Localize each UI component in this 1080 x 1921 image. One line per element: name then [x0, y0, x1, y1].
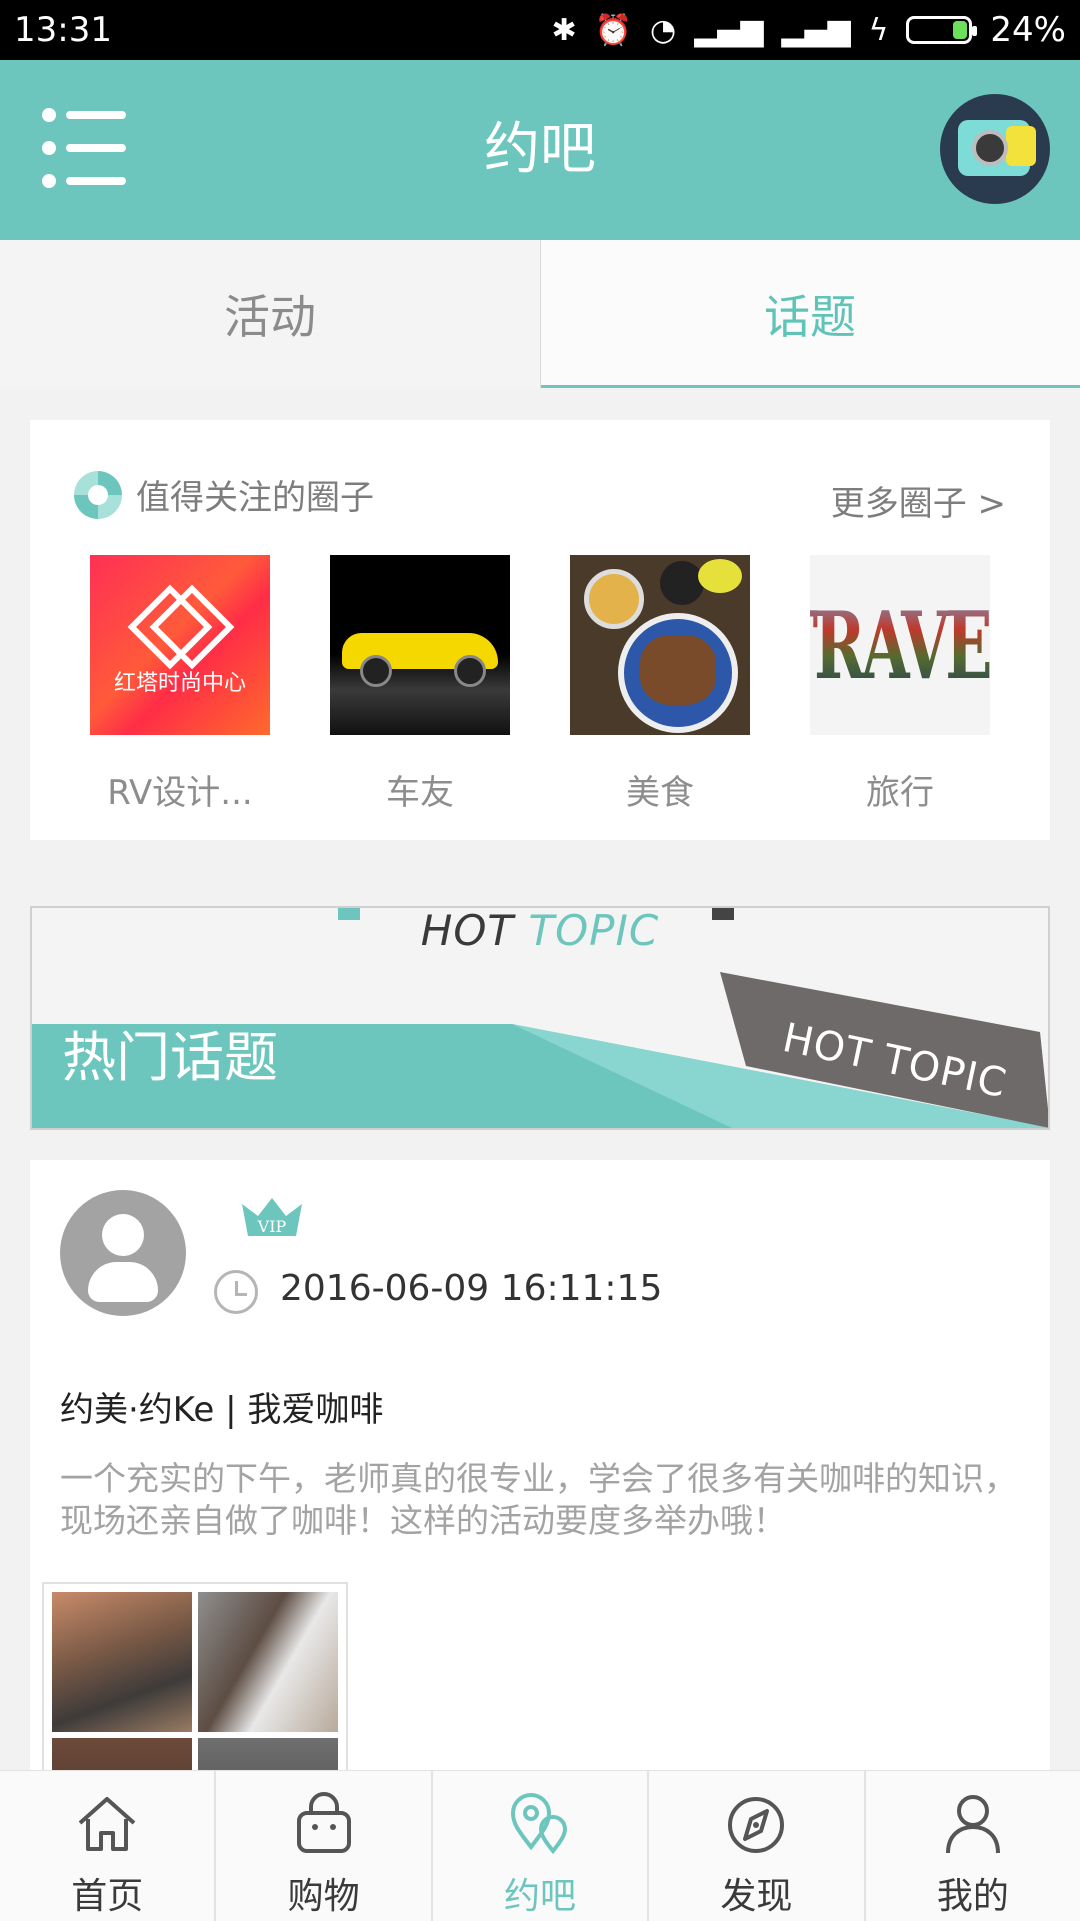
circle-thumb-rv-design: 红塔时尚中心	[90, 555, 270, 735]
post-image[interactable]	[198, 1592, 338, 1732]
post-image[interactable]	[52, 1592, 192, 1732]
status-icons: ✱ ⏰ ◔ ▂▄▆ ▂▄▆ ϟ 24%	[552, 10, 1067, 50]
profile-icon	[945, 1795, 1000, 1854]
circle-label: 美食	[626, 773, 694, 813]
circle-item-car[interactable]: 车友	[330, 555, 510, 814]
shopping-bag-icon	[296, 1792, 351, 1853]
travel-image-text: TRAVEL	[810, 590, 990, 700]
compass-icon	[728, 1797, 785, 1853]
circles-heading-label: 值得关注的圈子	[136, 478, 374, 518]
status-bar: 13:31 ✱ ⏰ ◔ ▂▄▆ ▂▄▆ ϟ 24%	[0, 0, 1080, 60]
battery-percent: 24%	[990, 10, 1066, 50]
circle-label: 旅行	[866, 773, 934, 813]
camera-avatar-image	[958, 120, 1036, 176]
vip-badge-text: VIP	[257, 1217, 287, 1236]
post-title[interactable]: 约美·约Ke | 我爱咖啡	[60, 1382, 383, 1431]
charging-icon: ϟ	[868, 12, 889, 48]
circle-thumb-car	[330, 555, 510, 735]
home-icon	[78, 1797, 136, 1851]
vip-crown-icon: VIP	[242, 1198, 302, 1236]
aperture-icon	[74, 470, 122, 519]
location-pins-icon	[511, 1793, 568, 1855]
circle-item-rv-design[interactable]: 红塔时尚中心 RV设计...	[90, 555, 270, 814]
circle-thumb-food	[570, 555, 750, 735]
bluetooth-icon: ✱	[551, 12, 577, 48]
wifi-icon: ◔	[650, 12, 677, 48]
page-title: 约吧	[484, 117, 596, 182]
circle-item-travel[interactable]: TRAVEL 旅行	[810, 555, 990, 814]
nav-label: 发现	[720, 1876, 793, 1917]
post-timestamp: 2016-06-09 16:11:15	[280, 1268, 663, 1309]
banner-heading-accent: TOPIC	[528, 906, 660, 955]
circles-heading: 值得关注的圈子	[74, 470, 374, 519]
battery-icon	[906, 16, 978, 44]
tab-activities[interactable]: 活动	[0, 240, 540, 388]
nav-label: 约吧	[504, 1876, 577, 1917]
circle-thumb-logo-text: 红塔时尚中心	[113, 671, 246, 696]
more-circles-link[interactable]: 更多圈子 >	[831, 476, 1006, 525]
nav-profile[interactable]: 我的	[863, 1771, 1080, 1921]
avatar[interactable]	[940, 94, 1050, 204]
nav-home[interactable]: 首页	[0, 1771, 214, 1921]
nav-yueba[interactable]: 约吧	[430, 1771, 647, 1921]
tab-topics[interactable]: 话题	[540, 240, 1080, 388]
nav-label: 首页	[71, 1876, 144, 1917]
bottom-nav: 首页 购物 约吧 发现 我的	[0, 1770, 1080, 1921]
clock-icon	[214, 1270, 258, 1314]
nav-label: 我的	[936, 1876, 1009, 1917]
status-time: 13:31	[14, 10, 112, 50]
recommended-circles-card: 值得关注的圈子 更多圈子 > 红塔时尚中心 RV设计... 车友 美食 TRAV…	[30, 420, 1050, 840]
circle-label: 车友	[386, 773, 454, 813]
nav-label: 购物	[287, 1876, 360, 1917]
nav-shopping[interactable]: 购物	[214, 1771, 430, 1921]
topic-post-card[interactable]: VIP 2016-06-09 16:11:15 约美·约Ke | 我爱咖啡 一个…	[30, 1160, 1050, 1782]
banner-heading-prefix: HOT	[420, 906, 515, 955]
hot-topic-label: 热门话题	[62, 1026, 278, 1089]
circle-thumb-travel: TRAVEL	[810, 555, 990, 735]
post-body: 一个充实的下午，老师真的很专业，学会了很多有关咖啡的知识，现场还亲自做了咖啡！这…	[60, 1459, 1017, 1540]
post-image-grid[interactable]	[42, 1582, 348, 1782]
hot-topic-banner: HOT TOPIC HOT TOPIC 热门话题	[30, 906, 1050, 1130]
post-author-avatar[interactable]	[60, 1190, 186, 1316]
circle-item-food[interactable]: 美食	[570, 555, 750, 814]
signal-icon: ▂▄▆	[694, 12, 764, 48]
tab-divider	[540, 240, 541, 388]
banner-heading: HOT TOPIC	[32, 906, 1048, 955]
alarm-icon: ⏰	[594, 12, 632, 48]
app-header: 约吧	[0, 60, 1080, 240]
nav-discover[interactable]: 发现	[647, 1771, 863, 1921]
signal-icon-2: ▂▄▆	[781, 12, 851, 48]
circle-label: RV设计...	[107, 773, 253, 813]
